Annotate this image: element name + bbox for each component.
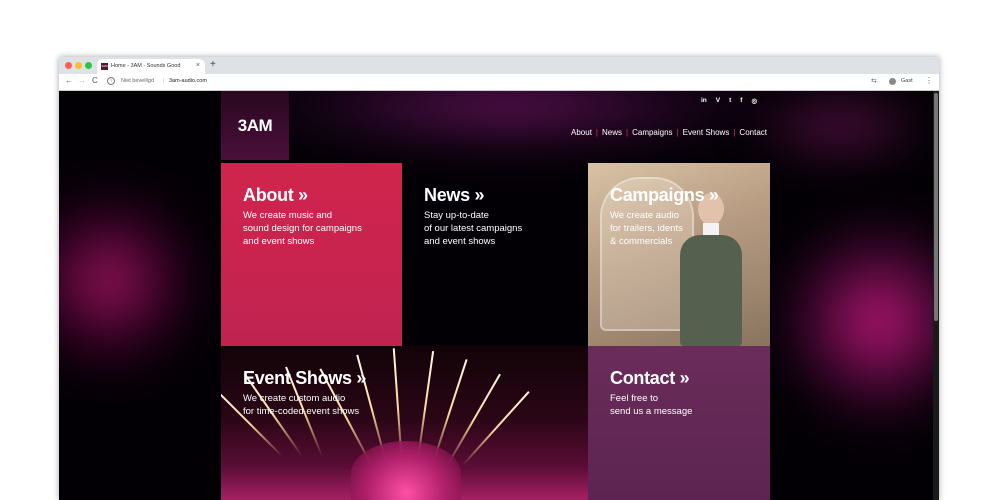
news-tile[interactable]: News » Stay up-to-date of our latest cam… (402, 163, 588, 346)
page-scrollbar[interactable] (933, 91, 939, 500)
close-window-button[interactable] (65, 62, 72, 69)
contact-title: Contact » (610, 368, 690, 388)
profile-label[interactable]: Gast (901, 78, 913, 84)
background-glow (59, 181, 199, 381)
info-icon[interactable]: i (107, 77, 115, 85)
favicon-icon: 3AM (101, 63, 108, 70)
nav-about[interactable]: About (571, 128, 592, 137)
forward-icon[interactable]: → (78, 76, 86, 85)
linkedin-icon[interactable]: in (701, 97, 707, 105)
campaign-person-image (676, 183, 746, 346)
new-tab-button[interactable]: + (210, 59, 216, 70)
vimeo-icon[interactable]: V (716, 97, 720, 105)
browser-menu-icon[interactable]: ⋮ (925, 76, 933, 85)
translate-icon[interactable]: ⇆ (871, 77, 877, 85)
facebook-icon[interactable]: f (740, 97, 742, 105)
campaigns-description: We create audio for trailers, idents & c… (610, 210, 683, 247)
site-logo-link[interactable]: 3AM (221, 91, 289, 160)
scrollbar-thumb[interactable] (934, 93, 938, 321)
address-separator: | (163, 78, 165, 84)
about-tile[interactable]: About » We create music and sound design… (221, 163, 402, 346)
news-title: News » (424, 185, 485, 205)
campaigns-title: Campaigns » (610, 185, 719, 205)
maximize-window-button[interactable] (85, 62, 92, 69)
address-bar: ← → C i Niet beveiligd | 3am-audio.com ⇆… (59, 74, 939, 91)
minimize-window-button[interactable] (75, 62, 82, 69)
tab-bar: 3AM Home - 3AM - Sounds Good × + (59, 57, 939, 74)
browser-window: 3AM Home - 3AM - Sounds Good × + ← → C i… (59, 57, 939, 500)
about-description: We create music and sound design for cam… (243, 210, 362, 247)
event-shows-tile[interactable]: Event Shows » We create custom audio for… (221, 346, 588, 500)
browser-tab[interactable]: 3AM Home - 3AM - Sounds Good × (97, 59, 205, 74)
nav-separator: | (733, 128, 736, 137)
contact-tile[interactable]: Contact » Feel free to send us a message (588, 346, 770, 500)
page-viewport: 3AM in V t f ◎ About | News | Campaigns … (59, 91, 939, 500)
reload-icon[interactable]: C (92, 76, 98, 85)
nav-separator: | (676, 128, 679, 137)
contact-description: Feel free to send us a message (610, 393, 693, 417)
instagram-icon[interactable]: ◎ (751, 97, 757, 105)
nav-event-shows[interactable]: Event Shows (683, 128, 730, 137)
url-field[interactable]: 3am-audio.com (169, 78, 207, 84)
campaigns-tile[interactable]: Campaigns » We create audio for trailers… (588, 163, 770, 346)
news-description: Stay up-to-date of our latest campaigns … (424, 210, 523, 247)
twitter-icon[interactable]: t (729, 97, 731, 105)
back-icon[interactable]: ← (65, 76, 73, 85)
tab-title: Home - 3AM - Sounds Good (111, 63, 181, 69)
background-glow (239, 91, 779, 151)
nav-separator: | (626, 128, 629, 137)
profile-avatar-icon[interactable] (889, 78, 896, 85)
site-logo: 3AM (237, 115, 273, 135)
security-label[interactable]: Niet beveiligd (121, 78, 154, 84)
event-shows-description: We create custom audio for time-coded ev… (243, 393, 360, 417)
close-tab-icon[interactable]: × (196, 62, 200, 69)
nav-news[interactable]: News (602, 128, 622, 137)
main-nav: About | News | Campaigns | Event Shows |… (571, 128, 767, 137)
nav-campaigns[interactable]: Campaigns (632, 128, 672, 137)
nav-separator: | (595, 128, 598, 137)
about-title: About » (243, 185, 308, 205)
social-links: in V t f ◎ (701, 97, 757, 105)
nav-contact[interactable]: Contact (739, 128, 767, 137)
background-glow (749, 91, 929, 161)
event-shows-title: Event Shows » (243, 368, 367, 388)
background-glow (779, 211, 939, 431)
